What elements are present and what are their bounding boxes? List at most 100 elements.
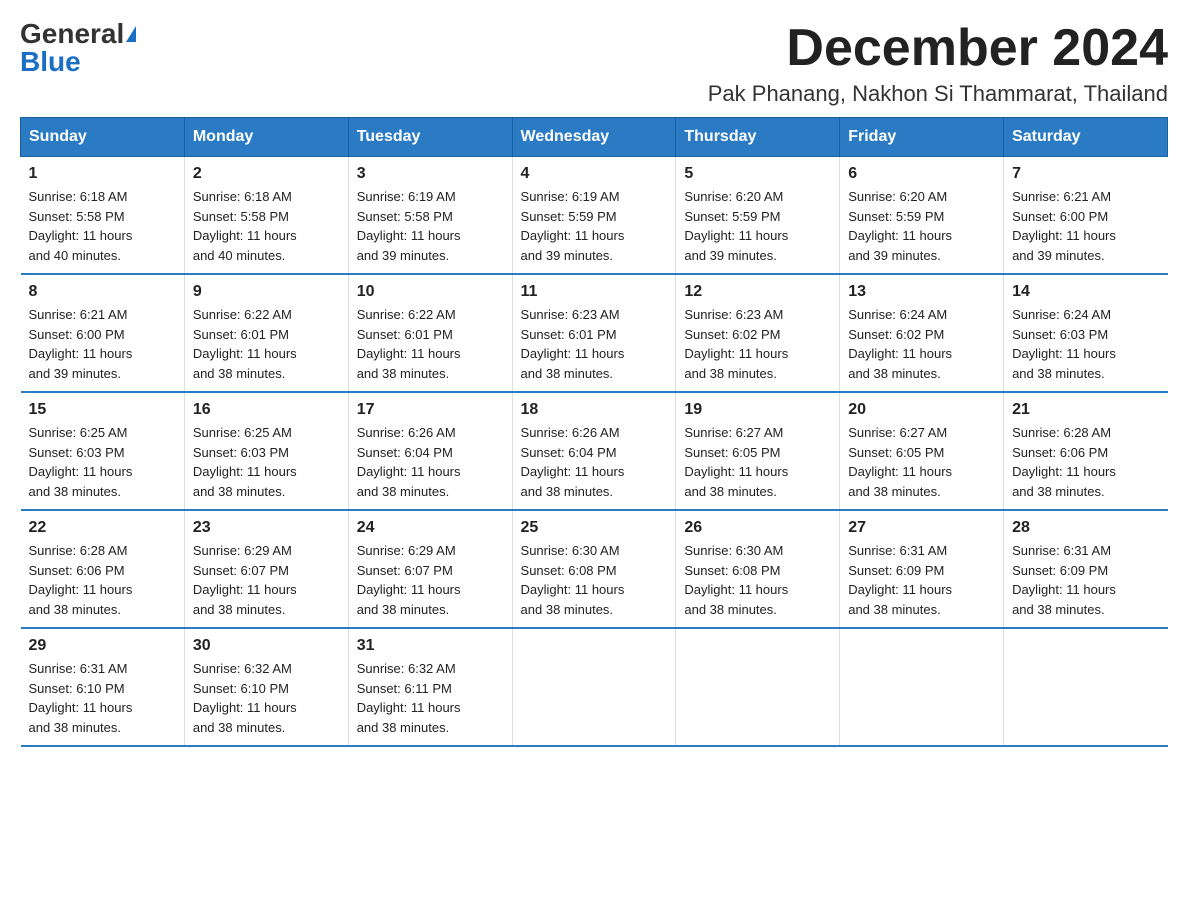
day-number: 2 <box>193 165 340 183</box>
calendar-day-cell: 14 Sunrise: 6:24 AMSunset: 6:03 PMDayligh… <box>1004 274 1168 392</box>
day-info: Sunrise: 6:27 AMSunset: 6:05 PMDaylight:… <box>848 423 995 501</box>
calendar-day-cell: 6Sunrise: 6:20 AMSunset: 5:59 PMDaylight… <box>840 157 1004 275</box>
day-number: 29 <box>29 637 176 655</box>
calendar-day-cell: 12Sunrise: 6:23 AMSunset: 6:02 PMDayligh… <box>676 274 840 392</box>
day-number: 13 <box>848 283 995 301</box>
day-info: Sunrise: 6:18 AMSunset: 5:58 PMDaylight:… <box>193 187 340 265</box>
calendar-day-cell: 19Sunrise: 6:27 AMSunset: 6:05 PMDayligh… <box>676 392 840 510</box>
day-number: 23 <box>193 519 340 537</box>
calendar-day-cell: 9 Sunrise: 6:22 AMSunset: 6:01 PMDaylight… <box>184 274 348 392</box>
calendar-day-cell: 30Sunrise: 6:32 AMSunset: 6:10 PMDayligh… <box>184 628 348 746</box>
calendar-day-cell: 24 Sunrise: 6:29 AMSunset: 6:07 PMDayligh… <box>348 510 512 628</box>
day-number: 11 <box>521 283 668 301</box>
calendar-day-cell: 18 Sunrise: 6:26 AMSunset: 6:04 PMDayligh… <box>512 392 676 510</box>
day-number: 24 <box>357 519 504 537</box>
day-number: 17 <box>357 401 504 419</box>
day-info: Sunrise: 6:22 AMSunset: 6:01 PMDaylight:… <box>193 305 340 383</box>
day-number: 5 <box>684 165 831 183</box>
month-title: December 2024 <box>708 20 1168 77</box>
calendar-day-cell: 3 Sunrise: 6:19 AMSunset: 5:58 PMDaylight… <box>348 157 512 275</box>
day-info: Sunrise: 6:31 AMSunset: 6:09 PMDaylight:… <box>848 541 995 619</box>
day-number: 22 <box>29 519 176 537</box>
weekday-header-monday: Monday <box>184 118 348 157</box>
day-number: 25 <box>521 519 668 537</box>
day-number: 28 <box>1012 519 1159 537</box>
day-info: Sunrise: 6:28 AMSunset: 6:06 PMDaylight:… <box>29 541 176 619</box>
weekday-header-wednesday: Wednesday <box>512 118 676 157</box>
page-header: General Blue December 2024 Pak Phanang, … <box>20 20 1168 107</box>
calendar-day-cell: 21 Sunrise: 6:28 AMSunset: 6:06 PMDayligh… <box>1004 392 1168 510</box>
day-number: 9 <box>193 283 340 301</box>
calendar-day-cell <box>840 628 1004 746</box>
title-section: December 2024 Pak Phanang, Nakhon Si Tha… <box>708 20 1168 107</box>
calendar-week-row: 8 Sunrise: 6:21 AMSunset: 6:00 PMDaylight… <box>21 274 1168 392</box>
calendar-day-cell <box>512 628 676 746</box>
day-info: Sunrise: 6:26 AMSunset: 6:04 PMDaylight:… <box>521 423 668 501</box>
calendar-day-cell: 15 Sunrise: 6:25 AMSunset: 6:03 PMDayligh… <box>21 392 185 510</box>
weekday-header-friday: Friday <box>840 118 1004 157</box>
calendar-table: SundayMondayTuesdayWednesdayThursdayFrid… <box>20 117 1168 747</box>
calendar-week-row: 22 Sunrise: 6:28 AMSunset: 6:06 PMDayligh… <box>21 510 1168 628</box>
calendar-day-cell: 20 Sunrise: 6:27 AMSunset: 6:05 PMDayligh… <box>840 392 1004 510</box>
weekday-header-sunday: Sunday <box>21 118 185 157</box>
calendar-day-cell: 10 Sunrise: 6:22 AMSunset: 6:01 PMDayligh… <box>348 274 512 392</box>
day-info: Sunrise: 6:20 AMSunset: 5:59 PMDaylight:… <box>684 187 831 265</box>
calendar-day-cell: 27 Sunrise: 6:31 AMSunset: 6:09 PMDayligh… <box>840 510 1004 628</box>
day-info: Sunrise: 6:21 AMSunset: 6:00 PMDaylight:… <box>1012 187 1159 265</box>
calendar-day-cell: 2 Sunrise: 6:18 AMSunset: 5:58 PMDaylight… <box>184 157 348 275</box>
day-number: 8 <box>29 283 176 301</box>
calendar-week-row: 1 Sunrise: 6:18 AMSunset: 5:58 PMDaylight… <box>21 157 1168 275</box>
day-info: Sunrise: 6:24 AMSunset: 6:03 PMDaylight:… <box>1012 305 1159 383</box>
day-number: 21 <box>1012 401 1159 419</box>
day-info: Sunrise: 6:32 AMSunset: 6:11 PMDaylight:… <box>357 659 504 737</box>
day-info: Sunrise: 6:23 AMSunset: 6:01 PMDaylight:… <box>521 305 668 383</box>
day-info: Sunrise: 6:31 AMSunset: 6:10 PMDaylight:… <box>29 659 176 737</box>
day-number: 18 <box>521 401 668 419</box>
weekday-header-thursday: Thursday <box>676 118 840 157</box>
day-number: 31 <box>357 637 504 655</box>
calendar-day-cell: 17 Sunrise: 6:26 AMSunset: 6:04 PMDayligh… <box>348 392 512 510</box>
calendar-week-row: 29 Sunrise: 6:31 AMSunset: 6:10 PMDayligh… <box>21 628 1168 746</box>
logo-triangle-icon <box>126 26 136 42</box>
day-number: 10 <box>357 283 504 301</box>
calendar-day-cell: 1Sunrise: 6:18 AMSunset: 5:58 PMDaylight… <box>21 157 185 275</box>
day-info: Sunrise: 6:30 AMSunset: 6:08 PMDaylight:… <box>521 541 668 619</box>
day-info: Sunrise: 6:30 AMSunset: 6:08 PMDaylight:… <box>684 541 831 619</box>
day-info: Sunrise: 6:19 AMSunset: 5:58 PMDaylight:… <box>357 187 504 265</box>
day-number: 20 <box>848 401 995 419</box>
day-info: Sunrise: 6:27 AMSunset: 6:05 PMDaylight:… <box>684 423 831 501</box>
calendar-day-cell: 5 Sunrise: 6:20 AMSunset: 5:59 PMDaylight… <box>676 157 840 275</box>
day-number: 27 <box>848 519 995 537</box>
day-info: Sunrise: 6:25 AMSunset: 6:03 PMDaylight:… <box>193 423 340 501</box>
day-number: 26 <box>684 519 831 537</box>
calendar-day-cell: 4 Sunrise: 6:19 AMSunset: 5:59 PMDaylight… <box>512 157 676 275</box>
day-info: Sunrise: 6:23 AMSunset: 6:02 PMDaylight:… <box>684 305 831 383</box>
day-info: Sunrise: 6:29 AMSunset: 6:07 PMDaylight:… <box>357 541 504 619</box>
day-info: Sunrise: 6:26 AMSunset: 6:04 PMDaylight:… <box>357 423 504 501</box>
day-info: Sunrise: 6:28 AMSunset: 6:06 PMDaylight:… <box>1012 423 1159 501</box>
day-number: 14 <box>1012 283 1159 301</box>
calendar-day-cell: 11 Sunrise: 6:23 AMSunset: 6:01 PMDayligh… <box>512 274 676 392</box>
calendar-day-cell <box>676 628 840 746</box>
day-number: 4 <box>521 165 668 183</box>
day-info: Sunrise: 6:21 AMSunset: 6:00 PMDaylight:… <box>29 305 176 383</box>
day-number: 3 <box>357 165 504 183</box>
day-number: 16 <box>193 401 340 419</box>
day-info: Sunrise: 6:25 AMSunset: 6:03 PMDaylight:… <box>29 423 176 501</box>
calendar-day-cell: 28 Sunrise: 6:31 AMSunset: 6:09 PMDayligh… <box>1004 510 1168 628</box>
weekday-header-saturday: Saturday <box>1004 118 1168 157</box>
day-info: Sunrise: 6:31 AMSunset: 6:09 PMDaylight:… <box>1012 541 1159 619</box>
calendar-day-cell: 25 Sunrise: 6:30 AMSunset: 6:08 PMDayligh… <box>512 510 676 628</box>
day-number: 15 <box>29 401 176 419</box>
day-number: 1 <box>29 165 176 183</box>
day-info: Sunrise: 6:19 AMSunset: 5:59 PMDaylight:… <box>521 187 668 265</box>
logo-blue-text: Blue <box>20 48 81 76</box>
day-info: Sunrise: 6:29 AMSunset: 6:07 PMDaylight:… <box>193 541 340 619</box>
day-info: Sunrise: 6:22 AMSunset: 6:01 PMDaylight:… <box>357 305 504 383</box>
calendar-day-cell: 16 Sunrise: 6:25 AMSunset: 6:03 PMDayligh… <box>184 392 348 510</box>
calendar-day-cell: 22 Sunrise: 6:28 AMSunset: 6:06 PMDayligh… <box>21 510 185 628</box>
calendar-day-cell: 31 Sunrise: 6:32 AMSunset: 6:11 PMDayligh… <box>348 628 512 746</box>
day-info: Sunrise: 6:24 AMSunset: 6:02 PMDaylight:… <box>848 305 995 383</box>
logo-general-text: General <box>20 20 124 48</box>
calendar-day-cell <box>1004 628 1168 746</box>
